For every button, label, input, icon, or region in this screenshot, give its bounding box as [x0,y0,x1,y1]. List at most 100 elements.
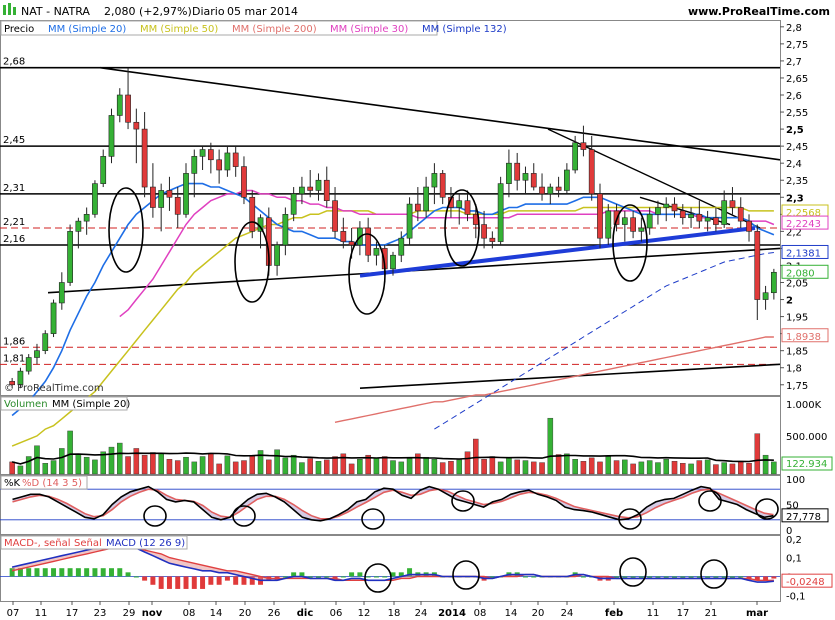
macd-histogram-bar [166,576,172,589]
time-label: 12 [358,608,371,619]
volume-bar [208,452,214,475]
volume-bar [25,456,32,475]
candle-body [729,200,736,208]
macd-histogram-bar [125,572,131,577]
candle-body [713,217,719,225]
candle-body [332,200,338,232]
macd-histogram-bar [531,576,537,578]
volume-bar [771,461,777,475]
macd-histogram-bar [324,576,330,578]
chart-window: NAT - NATRA 2,080 (+2,97%) Diario 05 mar… [0,0,835,620]
candle-body [274,244,280,266]
time-label: feb [605,608,623,619]
volume-bar [315,461,322,475]
volume-bar [530,461,537,475]
volume-bar [158,453,164,475]
candle-body [679,210,686,219]
last-value-label: 2,080 [786,268,815,279]
volume-bar [141,454,148,475]
volume-bar [390,460,396,475]
level-label: 2,21 [3,217,25,228]
volume-bar [216,463,222,475]
level-label: 2,16 [3,234,25,245]
volume-tick-label: 500.000 [786,432,827,443]
volume-bar [762,454,769,475]
macd-tick-label: -0,1 [786,591,806,602]
candle-body [216,159,222,171]
volume-bar [680,463,686,475]
volume-bar [622,459,628,475]
volume-bar [357,459,363,475]
legend-item: MM (Simple 50) [140,24,218,35]
volume-bar [274,449,280,475]
stochastic-legend: %K %D (14 3 5) [0,475,88,490]
macd-histogram-bar [26,568,32,577]
time-label: dic [297,608,314,619]
macd-histogram-bar [729,576,735,578]
legend-item: %D (14 3 5) [22,478,82,489]
macd-histogram-bar [738,576,744,578]
macd-histogram-bar [622,576,628,578]
last-value-label: 2,1381 [786,248,821,259]
volume-bar [348,463,355,475]
macd-histogram-bar [663,576,669,578]
candle-body [564,169,570,191]
macd-histogram-bar [382,576,388,578]
volume-bar [671,461,678,475]
candle-body [50,302,57,334]
macd-tick-label: 0,2 [786,535,802,546]
volume-bar [473,438,479,475]
volume-bar [332,456,338,475]
candle-body [555,186,562,191]
candle-body [390,254,396,270]
volume-tick-label: 1.000K [786,400,822,411]
candle-body [58,282,65,304]
macd-histogram-bar [133,576,139,578]
price-tick-label: 2,55 [786,108,808,119]
volume-bar [282,457,289,475]
volume-bar [431,459,438,475]
volume-bar [75,453,82,475]
candle-body [340,231,347,242]
time-label: 20 [532,608,545,619]
macd-histogram-bar [216,576,222,585]
candle-body [191,156,198,174]
candle-body [514,162,521,181]
candle-body [696,214,703,222]
candle-body [481,224,487,239]
volume-bar [663,459,669,475]
macd-histogram-bar [705,576,711,578]
macd-histogram-bar [34,568,40,577]
macd-histogram-bar [75,568,81,577]
candle-body [100,156,107,184]
time-label: 08 [183,608,196,619]
time-label: 14 [210,608,223,619]
volume-bar [638,461,645,475]
candle-body [199,149,206,157]
time-label: 29 [123,608,136,619]
volume-bar [232,461,239,475]
price-tick-label: 2 [786,296,793,307]
volume-bar [746,463,752,475]
candle-body [25,357,32,372]
volume-bar [34,445,40,475]
volume-bar [613,460,620,475]
candle-body [158,190,165,208]
candle-body [207,149,214,161]
candle-body [746,220,752,232]
volume-bar [721,462,727,475]
volume-bar [50,460,57,475]
candle-body [646,214,653,229]
candle-body [770,271,777,294]
volume-bar [489,456,496,475]
macd-histogram-bar [142,576,148,581]
candle-body [597,193,603,239]
stoch-last-label: 27,778 [786,512,821,523]
watermark: © ProRealTime.com [4,383,104,394]
candle-body [249,196,256,232]
volume-bar [67,430,73,475]
macd-histogram-bar [672,576,677,578]
price-tick-label: 2,3 [786,193,804,204]
time-label: 21 [705,608,718,619]
candle-body [307,186,314,191]
